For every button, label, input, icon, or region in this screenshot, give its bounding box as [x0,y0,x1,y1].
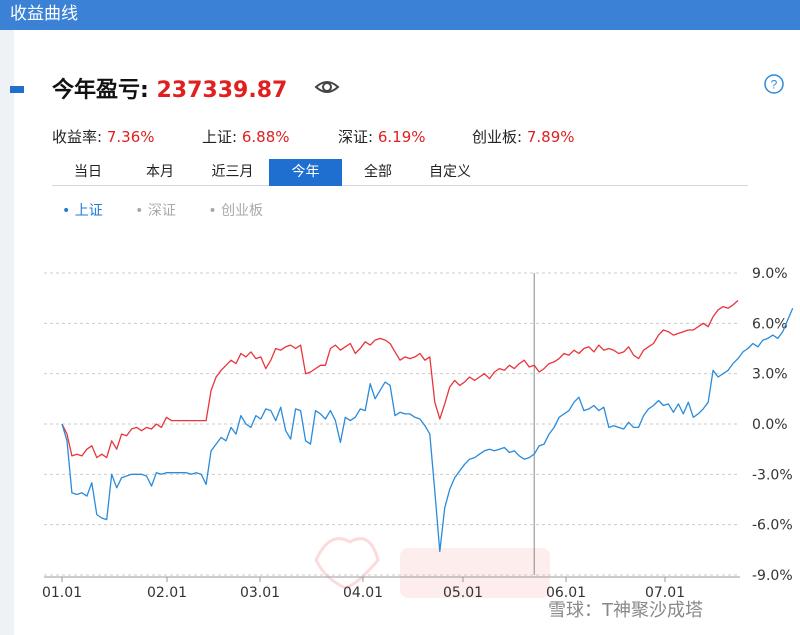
stat-value: 7.89% [526,128,575,146]
return-curve-chart[interactable]: 01.01 02.01 03.01 04.01 05.01 06.01 07.01 9.0%… [0,230,800,610]
eye-icon[interactable] [314,76,340,98]
stat-label: 深证: [338,128,374,146]
ytd-profit-label: 今年盈亏: [52,78,149,103]
svg-text:?: ? [771,78,778,92]
y-tick-label: 3.0% [752,367,788,383]
y-tick-label: -6.0% [752,518,793,534]
section-marker [10,86,24,93]
page-title: 今年盈亏: 237339.87 [52,72,287,104]
x-tick-label: 03.01 [240,585,280,601]
x-tick-label: 04.01 [343,585,383,601]
legend-label: 上证 [74,203,103,219]
tab-last-three-months[interactable]: 近三月 [196,159,269,186]
y-tick-label: -9.0% [752,568,793,584]
watermark-text: 雪球：T神聚沙成塔 [548,600,703,621]
stat-shanghai: 上证: 6.88% [202,126,290,147]
stat-shenzhen: 深证: 6.19% [338,126,426,147]
question-circle-icon[interactable]: ? [764,74,784,94]
y-tick-label: 9.0% [752,266,788,282]
series-line [61,307,794,553]
legend-label: 深证 [147,203,176,219]
x-tick-label: 01.01 [42,585,82,601]
stat-label: 收益率: [52,128,103,146]
legend-shanghai[interactable]: • 上证 [62,203,117,219]
y-tick-label: 0.0% [752,417,788,433]
tab-today[interactable]: 当日 [52,159,124,186]
y-tick-label: -3.0% [752,467,793,483]
series-line [61,300,739,459]
chart-legend: • 上证 • 深证 • 创业板 [62,200,291,220]
y-tick-label: 6.0% [752,316,788,332]
tab-custom[interactable]: 自定义 [414,159,486,186]
stat-value: 7.36% [106,128,155,146]
stat-value: 6.88% [241,128,290,146]
legend-shenzhen[interactable]: • 深证 [135,203,190,219]
legend-chinext[interactable]: • 创业板 [208,203,277,219]
legend-label: 创业板 [221,203,264,219]
x-tick-label: 02.01 [147,585,187,601]
window-title: 收益曲线 [0,0,800,30]
ytd-profit-value: 237339.87 [156,78,288,103]
tab-this-year[interactable]: 今年 [269,159,342,186]
tab-this-month[interactable]: 本月 [124,159,196,186]
stat-chinext: 创业板: 7.89% [472,126,575,147]
stat-return: 收益率: 7.36% [52,126,155,147]
x-tick-label: 05.01 [443,585,483,601]
period-tabs: 当日 本月 近三月 今年 全部 自定义 [52,159,748,186]
tab-all[interactable]: 全部 [342,159,414,186]
stat-label: 上证: [202,128,238,146]
stat-value: 6.19% [377,128,426,146]
stat-label: 创业板: [472,128,523,146]
